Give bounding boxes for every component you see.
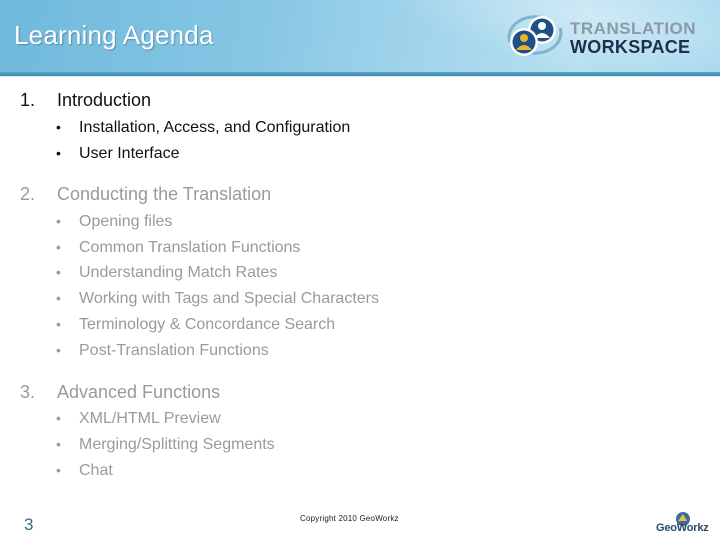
bullet-icon: • [56, 436, 61, 452]
list-item-text: Working with Tags and Special Characters [79, 290, 379, 307]
geoworkz-logo: GeoWorkz [654, 510, 716, 538]
two-users-cycle-icon [507, 15, 563, 56]
bullet-icon: • [56, 342, 61, 358]
bullet-icon: • [56, 213, 61, 229]
section-label: Advanced Functions [57, 382, 221, 402]
list-item-text: Opening files [79, 213, 173, 230]
logo-text-workspace: WORKSPACE [570, 37, 691, 57]
list-item-text: Terminology & Concordance Search [79, 316, 336, 333]
bullet-icon: • [56, 264, 61, 280]
bullet-icon: • [56, 316, 61, 332]
list-item-text: Post-Translation Functions [79, 342, 269, 359]
bullet-icon: • [56, 239, 61, 255]
list-item-text: Merging/Splitting Segments [79, 436, 275, 453]
list-item-text: Understanding Match Rates [79, 264, 278, 281]
slide-header: Learning Agenda TRANSLATION WORKSPACE [0, 0, 720, 72]
geoworkz-logo-text: GeoWorkz [656, 522, 709, 534]
section-number: 3. [20, 382, 36, 402]
bullet-icon: • [56, 119, 61, 135]
list-item-text: User Interface [79, 145, 180, 162]
list-item-text: Common Translation Functions [79, 239, 301, 256]
logo-text-translation: TRANSLATION [570, 19, 697, 38]
translation-workspace-logo: TRANSLATION WORKSPACE [504, 12, 720, 62]
section-number: 1. [20, 90, 36, 110]
list-item-text: XML/HTML Preview [79, 410, 221, 427]
bullet-icon: • [56, 462, 61, 478]
list-item-text: Installation, Access, and Configuration [79, 119, 351, 136]
slide-title: Learning Agenda [14, 20, 214, 50]
section-number: 2. [20, 184, 36, 204]
section-label: Conducting the Translation [57, 184, 272, 204]
page-number: 3 [24, 515, 34, 534]
bullet-icon: • [56, 410, 61, 426]
copyright-notice: Copyright 2010 GeoWorkz [300, 514, 399, 523]
bullet-icon: • [56, 290, 61, 306]
section-label: Introduction [57, 90, 152, 110]
bullet-icon: • [56, 145, 61, 161]
list-item-text: Chat [79, 462, 113, 479]
header-divider [0, 72, 720, 78]
